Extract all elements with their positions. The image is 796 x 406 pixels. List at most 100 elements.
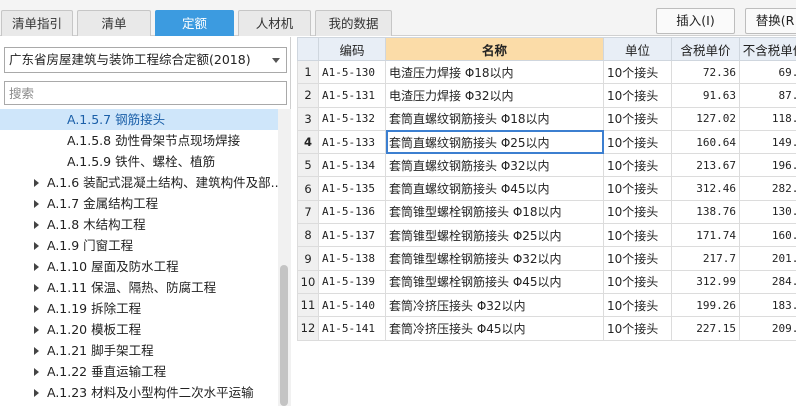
tab-quota[interactable]: 定额 bbox=[155, 10, 234, 36]
unit-cell[interactable]: 10个接头 bbox=[603, 199, 672, 225]
tax-excluded-price-cell[interactable]: 183.1 bbox=[739, 292, 796, 318]
table-row[interactable]: 7A1-5-136套筒锥型螺栓钢筋接头 Φ18以内10个接头138.76130.… bbox=[297, 199, 796, 225]
name-header[interactable]: 名称 bbox=[385, 37, 604, 61]
unit-cell[interactable]: 10个接头 bbox=[603, 176, 672, 201]
table-row[interactable]: 10 A1-5-139 套筒锥型螺栓钢筋接头 Φ45以内 10个接头 312.99 284… bbox=[297, 269, 796, 294]
unit-cell[interactable]: 10个接头 bbox=[603, 106, 672, 131]
unit-cell[interactable]: 10个接头 bbox=[603, 153, 672, 178]
tax-included-price-cell[interactable]: 72.36 bbox=[671, 59, 740, 85]
code-cell[interactable]: A1-5-131 bbox=[318, 83, 386, 108]
tax-excluded-price-cell[interactable]: 201.4 bbox=[739, 246, 796, 271]
code-cell[interactable]: A1-5-135 bbox=[318, 176, 386, 201]
unit-cell[interactable]: 10个接头 bbox=[603, 246, 672, 271]
tax-excluded-price-cell[interactable]: 284.3 bbox=[739, 269, 796, 294]
code-cell[interactable]: A1-5-134 bbox=[318, 153, 386, 178]
unit-cell[interactable]: 10个接头 bbox=[603, 223, 672, 248]
row-number-cell[interactable]: 11 bbox=[297, 292, 319, 318]
tax-included-price-cell[interactable]: 213.67 bbox=[671, 153, 740, 178]
tax-included-price-cell[interactable]: 312.99 bbox=[671, 269, 740, 294]
table-row[interactable]: 11A1-5-140套筒冷挤压接头 Φ32以内10个接头199.26183.1 bbox=[297, 292, 796, 318]
tax-excluded-price-cell[interactable]: 130.1 bbox=[739, 199, 796, 225]
tree-item[interactable]: A.1.5.9 铁件、螺栓、植筋 bbox=[0, 151, 278, 172]
row-number-cell[interactable]: 1 bbox=[297, 59, 319, 85]
tax-excluded-price-header[interactable]: 不含税单价 bbox=[739, 37, 796, 61]
row-number-cell[interactable]: 9 bbox=[297, 246, 319, 271]
tax-included-price-header[interactable]: 含税单价 bbox=[671, 37, 740, 61]
tree-item[interactable]: A.1.21 脚手架工程 bbox=[0, 340, 278, 361]
tree-item[interactable]: A.1.22 垂直运输工程 bbox=[0, 361, 278, 382]
row-number-cell[interactable]: 4 bbox=[297, 129, 319, 155]
name-cell[interactable]: 套筒冷挤压接头 Φ32以内 bbox=[385, 292, 604, 318]
tree-scrollbar-thumb[interactable] bbox=[280, 265, 288, 406]
row-number-cell[interactable]: 8 bbox=[297, 223, 319, 248]
table-row[interactable]: 4A1-5-133套筒直螺纹钢筋接头 Φ25以内10个接头160.64149.9 bbox=[297, 129, 796, 155]
name-cell[interactable]: 套筒直螺纹钢筋接头 Φ32以内 bbox=[385, 153, 604, 178]
table-row[interactable]: 6A1-5-135套筒直螺纹钢筋接头 Φ45以内10个接头312.46282.6 bbox=[297, 176, 796, 201]
name-cell[interactable]: 套筒锥型螺栓钢筋接头 Φ32以内 bbox=[385, 246, 604, 271]
search-input[interactable] bbox=[4, 81, 287, 105]
expand-arrow-icon[interactable] bbox=[34, 179, 39, 187]
tree-item[interactable]: A.1.19 拆除工程 bbox=[0, 298, 278, 319]
name-cell[interactable]: 套筒直螺纹钢筋接头 Φ45以内 bbox=[385, 176, 604, 201]
tax-excluded-price-cell[interactable]: 196.4 bbox=[739, 153, 796, 178]
code-header[interactable]: 编码 bbox=[318, 37, 386, 61]
row-number-cell[interactable]: 12 bbox=[297, 316, 319, 341]
name-cell[interactable]: 电渣压力焊接 Φ18以内 bbox=[385, 59, 604, 85]
expand-arrow-icon[interactable] bbox=[34, 389, 39, 397]
code-cell[interactable]: A1-5-139 bbox=[318, 269, 386, 294]
expand-arrow-icon[interactable] bbox=[34, 326, 39, 334]
table-row[interactable]: 1A1-5-130电渣压力焊接 Φ18以内10个接头72.3669.4 bbox=[297, 59, 796, 85]
expand-arrow-icon[interactable] bbox=[34, 305, 39, 313]
tax-included-price-cell[interactable]: 171.74 bbox=[671, 223, 740, 248]
code-cell[interactable]: A1-5-133 bbox=[318, 129, 386, 155]
tax-included-price-cell[interactable]: 127.02 bbox=[671, 106, 740, 131]
tab-list-guide[interactable]: 清单指引 bbox=[1, 10, 73, 36]
unit-header[interactable]: 单位 bbox=[603, 37, 672, 61]
tree-item[interactable]: A.1.6 装配式混凝土结构、建筑构件及部... bbox=[0, 172, 278, 193]
tab-labor-material-machine[interactable]: 人材机 bbox=[238, 10, 311, 36]
row-number-cell[interactable]: 6 bbox=[297, 176, 319, 201]
insert-button[interactable]: 插入(I) bbox=[656, 8, 735, 34]
tax-excluded-price-cell[interactable]: 69.4 bbox=[739, 59, 796, 85]
tax-included-price-cell[interactable]: 217.7 bbox=[671, 246, 740, 271]
unit-cell[interactable]: 10个接头 bbox=[603, 269, 672, 294]
tax-included-price-cell[interactable]: 138.76 bbox=[671, 199, 740, 225]
code-cell[interactable]: A1-5-130 bbox=[318, 59, 386, 85]
tax-included-price-cell[interactable]: 91.63 bbox=[671, 83, 740, 108]
expand-arrow-icon[interactable] bbox=[34, 242, 39, 250]
unit-cell[interactable]: 10个接头 bbox=[603, 129, 672, 155]
table-row[interactable]: 3A1-5-132套筒直螺纹钢筋接头 Φ18以内10个接头127.02118.9 bbox=[297, 106, 796, 131]
tree-item[interactable]: A.1.9 门窗工程 bbox=[0, 235, 278, 256]
code-cell[interactable]: A1-5-132 bbox=[318, 106, 386, 131]
name-cell[interactable]: 套筒锥型螺栓钢筋接头 Φ45以内 bbox=[385, 269, 604, 294]
expand-arrow-icon[interactable] bbox=[34, 284, 39, 292]
tree-item[interactable]: A.1.11 保温、隔热、防腐工程 bbox=[0, 277, 278, 298]
tax-included-price-cell[interactable]: 160.64 bbox=[671, 129, 740, 155]
tax-included-price-cell[interactable]: 199.26 bbox=[671, 292, 740, 318]
tax-excluded-price-cell[interactable]: 149.9 bbox=[739, 129, 796, 155]
tab-my-data[interactable]: 我的数据 bbox=[315, 10, 392, 36]
tax-included-price-cell[interactable]: 227.15 bbox=[671, 316, 740, 341]
code-cell[interactable]: A1-5-136 bbox=[318, 199, 386, 225]
code-cell[interactable]: A1-5-141 bbox=[318, 316, 386, 341]
row-number-cell[interactable]: 5 bbox=[297, 153, 319, 178]
row-number-cell[interactable]: 7 bbox=[297, 199, 319, 225]
tax-excluded-price-cell[interactable]: 118.9 bbox=[739, 106, 796, 131]
code-cell[interactable]: A1-5-137 bbox=[318, 223, 386, 248]
row-number-cell[interactable]: 2 bbox=[297, 83, 319, 108]
tax-excluded-price-cell[interactable]: 160.4 bbox=[739, 223, 796, 248]
table-row[interactable]: 9A1-5-138套筒锥型螺栓钢筋接头 Φ32以内10个接头217.7201.4 bbox=[297, 246, 796, 271]
expand-arrow-icon[interactable] bbox=[34, 263, 39, 271]
name-cell[interactable]: 套筒锥型螺栓钢筋接头 Φ25以内 bbox=[385, 223, 604, 248]
tree-item[interactable]: A.1.5.8 劲性骨架节点现场焊接 bbox=[0, 130, 278, 151]
expand-arrow-icon[interactable] bbox=[34, 347, 39, 355]
row-number-cell[interactable]: 10 bbox=[297, 269, 319, 294]
table-row[interactable]: 8A1-5-137套筒锥型螺栓钢筋接头 Φ25以内10个接头171.74160.… bbox=[297, 223, 796, 248]
tree-item[interactable]: A.1.8 木结构工程 bbox=[0, 214, 278, 235]
row-number-cell[interactable]: 3 bbox=[297, 106, 319, 131]
tree-item[interactable]: A.1.10 屋面及防水工程 bbox=[0, 256, 278, 277]
unit-cell[interactable]: 10个接头 bbox=[603, 292, 672, 318]
tax-excluded-price-cell[interactable]: 87.9 bbox=[739, 83, 796, 108]
table-row[interactable]: 12A1-5-141套筒冷挤压接头 Φ45以内10个接头227.15209.8 bbox=[297, 316, 796, 341]
tree-item[interactable]: A.1.20 模板工程 bbox=[0, 319, 278, 340]
